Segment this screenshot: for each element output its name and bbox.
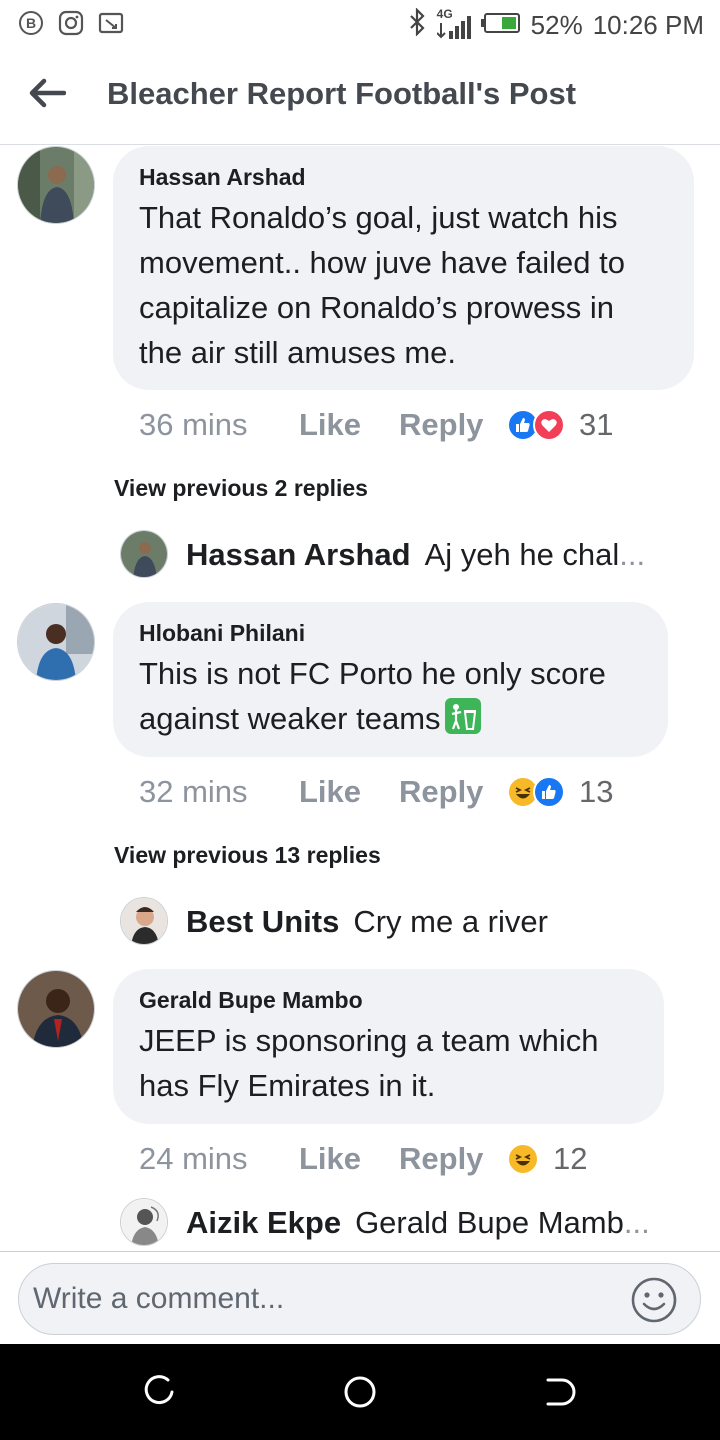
reply-author: Aizik Ekpe [186, 1205, 342, 1240]
like-reaction-icon [533, 776, 565, 808]
signal-icon: 4G [436, 7, 471, 41]
svg-text:B: B [26, 15, 36, 31]
reply-snippet: Cry me a river [353, 904, 548, 939]
reply-text: Cry me a river [353, 904, 548, 940]
comment-line-text: against weaker teams [139, 701, 441, 736]
haha-reaction-icon [507, 1143, 539, 1175]
reply-text: Aj yeh he chal... [425, 537, 646, 573]
avatar [120, 1198, 168, 1246]
comment-actions: 24 mins Like Reply 12 [139, 1141, 587, 1177]
reply-snippet: Gerald Bupe Mamb [355, 1205, 624, 1240]
reply-preview[interactable]: Aizik Ekpe Gerald Bupe Mamb... [120, 1198, 650, 1248]
view-previous-replies[interactable]: View previous 13 replies [114, 842, 381, 869]
battery-percent: 52% [530, 10, 583, 40]
avatar [120, 530, 168, 578]
reply-button[interactable]: Reply [399, 774, 507, 810]
app-header: Bleacher Report Football's Post [0, 48, 720, 145]
back-arrow-icon [29, 78, 66, 108]
comment-time: 36 mins [139, 407, 248, 442]
comment-line: against weaker teams [139, 696, 642, 741]
reply-preview[interactable]: Best Units Cry me a river [120, 897, 548, 947]
comment-actions: 36 mins Like Reply 31 [139, 407, 613, 443]
status-bar-right: 4G 52% 10:26 PM [407, 7, 704, 43]
reaction-count: 31 [579, 407, 614, 442]
comment-line: movement.. how juve have failed to [139, 245, 625, 280]
comment-actions: 32 mins Like Reply 13 [139, 774, 613, 810]
status-bar: B 4G 52% 10:26 PM [0, 0, 720, 48]
comment-line: the air still amuses me. [139, 335, 456, 370]
back-nav-icon [546, 1378, 576, 1406]
reply-author: Hassan Arshad [186, 537, 411, 572]
comment-line: This is not FC Porto he only score [139, 656, 606, 691]
comment-line: capitalize on Ronaldo’s prowess in [139, 290, 615, 325]
reply-ellipsis: ... [619, 537, 646, 572]
page-title: Bleacher Report Football's Post [107, 76, 577, 111]
love-reaction-icon [533, 409, 565, 441]
status-bar-left-icons: B [18, 10, 124, 36]
comment-line: has Fly Emirates in it. [139, 1068, 436, 1103]
comment-text: That Ronaldo’s goal, just watch his move… [139, 195, 668, 375]
comment-author[interactable]: Hassan Arshad [139, 164, 668, 191]
avatar [120, 897, 168, 945]
comment-bubble[interactable]: Hassan Arshad That Ronaldo’s goal, just … [113, 146, 694, 390]
battery-icon [480, 10, 521, 41]
comment-line: JEEP is sponsoring a team which [139, 1023, 599, 1058]
reply-button[interactable]: Reply [399, 407, 507, 443]
back-nav-button[interactable] [542, 1374, 578, 1410]
recent-apps-button[interactable] [142, 1374, 178, 1410]
comment-bubble[interactable]: Hlobani Philani This is not FC Porto he … [113, 602, 668, 757]
b-badge-icon: B [18, 10, 44, 36]
reactions[interactable] [507, 1143, 539, 1175]
back-button[interactable] [22, 70, 72, 116]
reaction-count: 12 [553, 1141, 588, 1176]
reply-button[interactable]: Reply [399, 1141, 507, 1177]
comment-input[interactable] [18, 1263, 701, 1335]
smiley-icon [631, 1277, 677, 1323]
comment-time: 32 mins [139, 774, 248, 809]
comment-text: This is not FC Porto he only score again… [139, 651, 642, 741]
like-button[interactable]: Like [299, 1141, 399, 1177]
avatar[interactable] [17, 603, 95, 681]
bluetooth-icon [407, 7, 427, 43]
reply-preview[interactable]: Hassan Arshad Aj yeh he chal... [120, 530, 645, 580]
avatar[interactable] [17, 146, 95, 224]
screenshot-icon [98, 10, 124, 36]
comment-time: 24 mins [139, 1141, 248, 1176]
reaction-count: 13 [579, 774, 614, 809]
avatar[interactable] [17, 970, 95, 1048]
reply-ellipsis: ... [623, 1205, 650, 1240]
reply-author: Best Units [186, 904, 340, 939]
comment-composer [0, 1251, 720, 1344]
instagram-icon [58, 10, 84, 36]
like-button[interactable]: Like [299, 407, 399, 443]
comment-text: JEEP is sponsoring a team which has Fly … [139, 1018, 638, 1108]
comments-list: Hassan Arshad That Ronaldo’s goal, just … [0, 145, 720, 1252]
reactions[interactable] [507, 776, 565, 808]
comment-bubble[interactable]: Gerald Bupe Mambo JEEP is sponsoring a t… [113, 969, 664, 1124]
clock: 10:26 PM [592, 10, 704, 40]
recent-apps-icon [144, 1375, 174, 1405]
reactions[interactable] [507, 409, 565, 441]
emoji-button[interactable] [630, 1276, 678, 1324]
home-button[interactable] [342, 1374, 378, 1410]
comment-line: That Ronaldo’s goal, just watch his [139, 200, 618, 235]
comment-author[interactable]: Gerald Bupe Mambo [139, 987, 638, 1014]
system-nav-bar [0, 1344, 720, 1440]
trash-emoji-icon [443, 697, 483, 735]
comment-author[interactable]: Hlobani Philani [139, 620, 642, 647]
like-button[interactable]: Like [299, 774, 399, 810]
home-icon [344, 1376, 376, 1408]
reply-text: Gerald Bupe Mamb... [355, 1205, 650, 1241]
view-previous-replies[interactable]: View previous 2 replies [114, 475, 368, 502]
reply-snippet: Aj yeh he chal [424, 537, 620, 572]
